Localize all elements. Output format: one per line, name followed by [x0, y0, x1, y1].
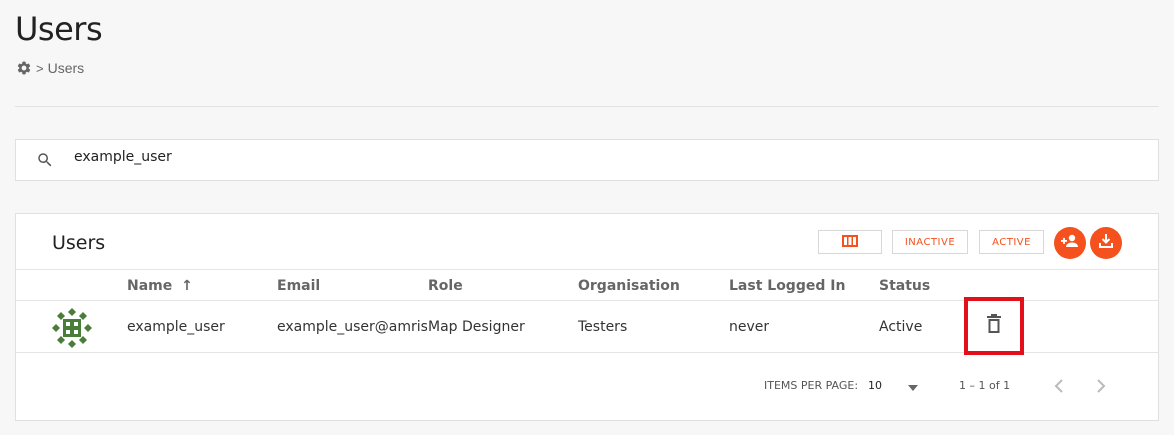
cell-email: example_user@amrista: [277, 319, 427, 335]
breadcrumb: > Users: [16, 60, 84, 76]
search-icon: [36, 151, 54, 174]
add-user-icon: [1060, 233, 1080, 254]
breadcrumb-current: Users: [47, 60, 85, 76]
avatar: [52, 308, 92, 348]
cell-role: Map Designer: [428, 319, 525, 335]
table-row[interactable]: example_user example_user@amrista Map De…: [16, 297, 1158, 355]
items-per-page-select[interactable]: 10: [868, 379, 882, 392]
delete-button[interactable]: [986, 313, 1002, 339]
chevron-down-icon[interactable]: [908, 381, 918, 394]
breadcrumb-separator: >: [36, 60, 44, 76]
add-user-button[interactable]: [1054, 227, 1086, 259]
gear-icon[interactable]: [16, 60, 32, 76]
header-divider: [15, 106, 1159, 107]
column-header-organisation[interactable]: Organisation: [578, 278, 680, 294]
items-per-page-label: ITEMS PER PAGE:: [764, 379, 859, 392]
column-header-status[interactable]: Status: [879, 278, 930, 294]
column-header-last-logged-in[interactable]: Last Logged In: [729, 278, 845, 294]
search-input[interactable]: [74, 149, 674, 165]
sort-arrow-icon: ↑: [181, 278, 193, 294]
column-header-email[interactable]: Email: [277, 278, 320, 294]
next-page-icon[interactable]: [1096, 378, 1106, 397]
search-bar: [15, 139, 1159, 181]
users-card: Users INACTIVE ACTIVE Name ↑ Email Role …: [15, 213, 1159, 421]
pagination-range: 1 – 1 of 1: [959, 379, 1011, 392]
columns-toggle-button[interactable]: [818, 230, 882, 254]
download-button[interactable]: [1090, 227, 1122, 259]
column-header-name[interactable]: Name ↑: [127, 278, 193, 294]
previous-page-icon[interactable]: [1054, 378, 1064, 397]
page-title: Users: [15, 10, 103, 48]
cell-organisation: Testers: [578, 319, 628, 335]
cell-status: Active: [879, 319, 923, 335]
cell-last-logged-in: never: [729, 319, 770, 335]
delete-highlight-box: [964, 297, 1024, 355]
columns-icon: [842, 234, 858, 250]
inactive-filter-button[interactable]: INACTIVE: [892, 230, 968, 254]
cell-name: example_user: [127, 319, 225, 335]
download-icon: [1098, 233, 1114, 254]
users-card-title: Users: [52, 232, 106, 254]
column-header-role[interactable]: Role: [428, 278, 463, 294]
active-filter-button[interactable]: ACTIVE: [979, 230, 1044, 254]
